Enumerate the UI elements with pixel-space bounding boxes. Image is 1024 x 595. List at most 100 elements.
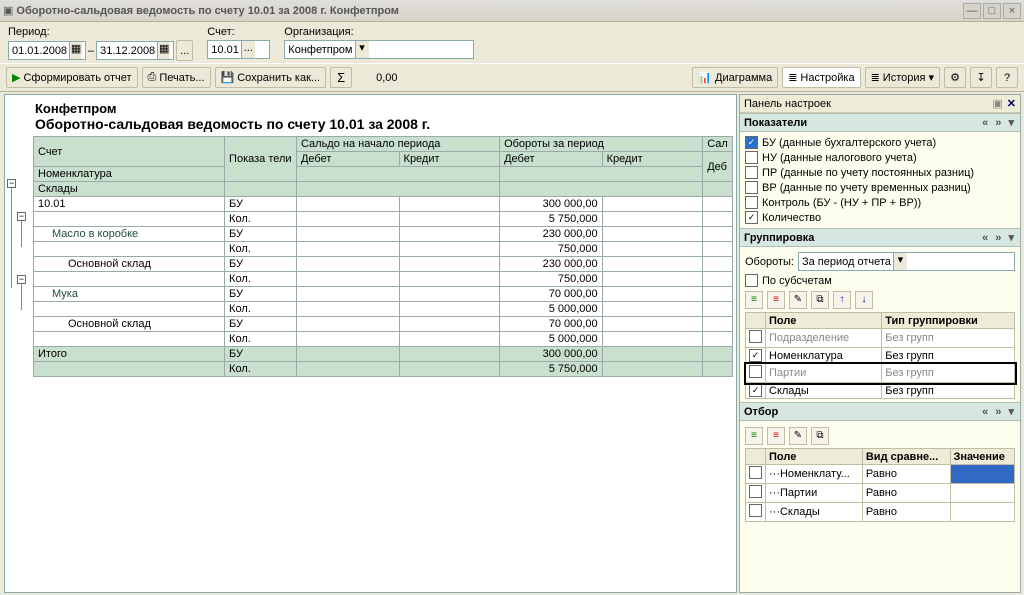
indicator-checkbox[interactable]: [745, 166, 758, 179]
row-name: [34, 272, 225, 287]
col-debit: Дебет: [500, 152, 603, 167]
group-toolbar: ≡ ≡ ✎ ⧉ ↑ ↓: [745, 288, 1015, 312]
subaccounts-label: По субсчетам: [762, 275, 832, 287]
report-table: Счет Показа тели Сальдо на начало период…: [33, 136, 733, 377]
copy-button[interactable]: ⧉: [811, 427, 829, 445]
row-name: 10.01: [34, 197, 225, 212]
col-indicators: Показа тели: [225, 137, 297, 182]
history-button[interactable]: ≣История▾: [865, 67, 940, 88]
chart-icon: 📊: [698, 71, 712, 84]
section-filter-body: ≡ ≡ ✎ ⧉ ПолеВид сравне...Значение ···Ном…: [740, 421, 1020, 525]
filter-grid[interactable]: ПолеВид сравне...Значение ···Номенклату.…: [745, 448, 1015, 522]
copy-button[interactable]: ⧉: [811, 291, 829, 309]
action-button[interactable]: ↧: [970, 67, 992, 88]
print-button[interactable]: ⎙Печать...: [142, 67, 211, 88]
move-up-button[interactable]: ↑: [833, 291, 851, 309]
expand-icon[interactable]: « » ▾: [982, 231, 1016, 244]
indicator-checkbox[interactable]: [745, 196, 758, 209]
titlebar: ▣ Оборотно-сальдовая ведомость по счету …: [0, 0, 1024, 22]
indicator-checkbox[interactable]: ✓: [745, 211, 758, 224]
move-down-button[interactable]: ↓: [855, 291, 873, 309]
total-label: Итого: [34, 347, 225, 362]
col-credit: Кредит: [602, 152, 703, 167]
turnovers-select[interactable]: За период отчета▾: [798, 252, 1015, 271]
help-button[interactable]: ?: [996, 67, 1018, 88]
edit-button[interactable]: ✎: [789, 427, 807, 445]
subaccounts-checkbox[interactable]: [745, 274, 758, 287]
tree-collapse-button[interactable]: −: [17, 212, 26, 221]
row-name: [34, 242, 225, 257]
indicator-checkbox[interactable]: [745, 151, 758, 164]
indicator-label: ПР (данные по учету постоянных разниц): [762, 167, 974, 179]
minimize-button[interactable]: —: [963, 3, 981, 19]
section-group-body: Обороты: За период отчета▾ По субсчетам …: [740, 247, 1020, 402]
date-from-input[interactable]: 01.01.2008▦: [8, 41, 86, 60]
sum-button[interactable]: Σ: [330, 67, 352, 88]
dropdown-icon[interactable]: ...: [241, 41, 255, 58]
account-input[interactable]: 10.01...: [207, 40, 270, 59]
printer-icon: ⎙: [148, 71, 157, 84]
col-stores: Склады: [34, 182, 225, 197]
account-group: Счет: 10.01...: [207, 26, 270, 59]
indicator-checkbox[interactable]: ✓: [745, 136, 758, 149]
indicator-checkbox[interactable]: [745, 181, 758, 194]
add-button[interactable]: ≡: [745, 291, 763, 309]
section-pokazateli-body: ✓БУ (данные бухгалтерского учета)НУ (дан…: [740, 132, 1020, 228]
group-grid[interactable]: ПолеТип группировки ПодразделениеБез гру…: [745, 312, 1015, 399]
row-name: Основной склад: [34, 317, 225, 332]
row-name: [34, 332, 225, 347]
filter-toolbar: ≡ ≡ ✎ ⧉: [745, 424, 1015, 448]
period-select-button[interactable]: ...: [176, 40, 193, 61]
group-checkbox[interactable]: ✓: [749, 384, 762, 397]
maximize-button[interactable]: □: [983, 3, 1001, 19]
row-name: Основной склад: [34, 257, 225, 272]
filter-checkbox[interactable]: [749, 466, 762, 479]
group-checkbox[interactable]: [749, 330, 762, 343]
tree-collapse-button[interactable]: −: [17, 275, 26, 284]
edit-button[interactable]: ✎: [789, 291, 807, 309]
org-input[interactable]: Конфетпром▾: [284, 40, 474, 59]
delete-button[interactable]: ≡: [767, 427, 785, 445]
section-filter-header[interactable]: Отбор « » ▾: [740, 402, 1020, 421]
calendar-icon[interactable]: ▦: [157, 42, 170, 59]
filter-checkbox[interactable]: [749, 485, 762, 498]
col-account: Счет: [34, 137, 225, 167]
settings-button[interactable]: ≣Настройка: [782, 67, 860, 88]
sum-value: 0,00: [356, 72, 417, 84]
col-debit-short: Деб: [703, 152, 733, 182]
chevron-down-icon: ▾: [928, 71, 934, 84]
close-button[interactable]: ×: [1003, 3, 1021, 19]
panel-options-icon[interactable]: ▣: [992, 97, 1002, 110]
panel-close-button[interactable]: ✕: [1007, 97, 1016, 110]
org-label: Организация:: [284, 26, 474, 38]
indicator-label: НУ (данные налогового учета): [762, 152, 917, 164]
tree-collapse-button[interactable]: −: [7, 179, 16, 188]
section-group-header[interactable]: Группировка « » ▾: [740, 228, 1020, 247]
delete-button[interactable]: ≡: [767, 291, 785, 309]
report-area[interactable]: − − − Конфетпром Оборотно-сальдовая ведо…: [4, 94, 737, 593]
expand-icon[interactable]: « » ▾: [982, 405, 1016, 418]
dropdown-icon[interactable]: ▾: [355, 41, 369, 58]
dropdown-icon[interactable]: ▾: [893, 253, 907, 270]
app-icon: ▣: [3, 4, 13, 17]
add-button[interactable]: ≡: [745, 427, 763, 445]
group-checkbox[interactable]: ✓: [749, 349, 762, 362]
toolbar: ▶Сформировать отчет ⎙Печать... 💾Сохранит…: [0, 63, 1024, 92]
list-icon: ≣: [788, 71, 797, 84]
filter-checkbox[interactable]: [749, 504, 762, 517]
indicator-label: ВР (данные по учету временных разниц): [762, 182, 971, 194]
options-button[interactable]: ⚙: [944, 67, 966, 88]
settings-panel-title: Панель настроек: [744, 98, 831, 110]
section-pokazateli-header[interactable]: Показатели « » ▾: [740, 113, 1020, 132]
expand-icon[interactable]: « » ▾: [982, 116, 1016, 129]
row-name: [34, 302, 225, 317]
save-button[interactable]: 💾Сохранить как...: [215, 67, 327, 88]
group-checkbox[interactable]: [749, 365, 762, 378]
col-credit: Кредит: [399, 152, 500, 167]
org-group: Организация: Конфетпром▾: [284, 26, 474, 59]
run-report-button[interactable]: ▶Сформировать отчет: [6, 67, 138, 88]
date-to-input[interactable]: 31.12.2008▦: [96, 41, 174, 60]
diagram-button[interactable]: 📊Диаграмма: [692, 67, 778, 88]
row-name: [34, 212, 225, 227]
calendar-icon[interactable]: ▦: [69, 42, 82, 59]
